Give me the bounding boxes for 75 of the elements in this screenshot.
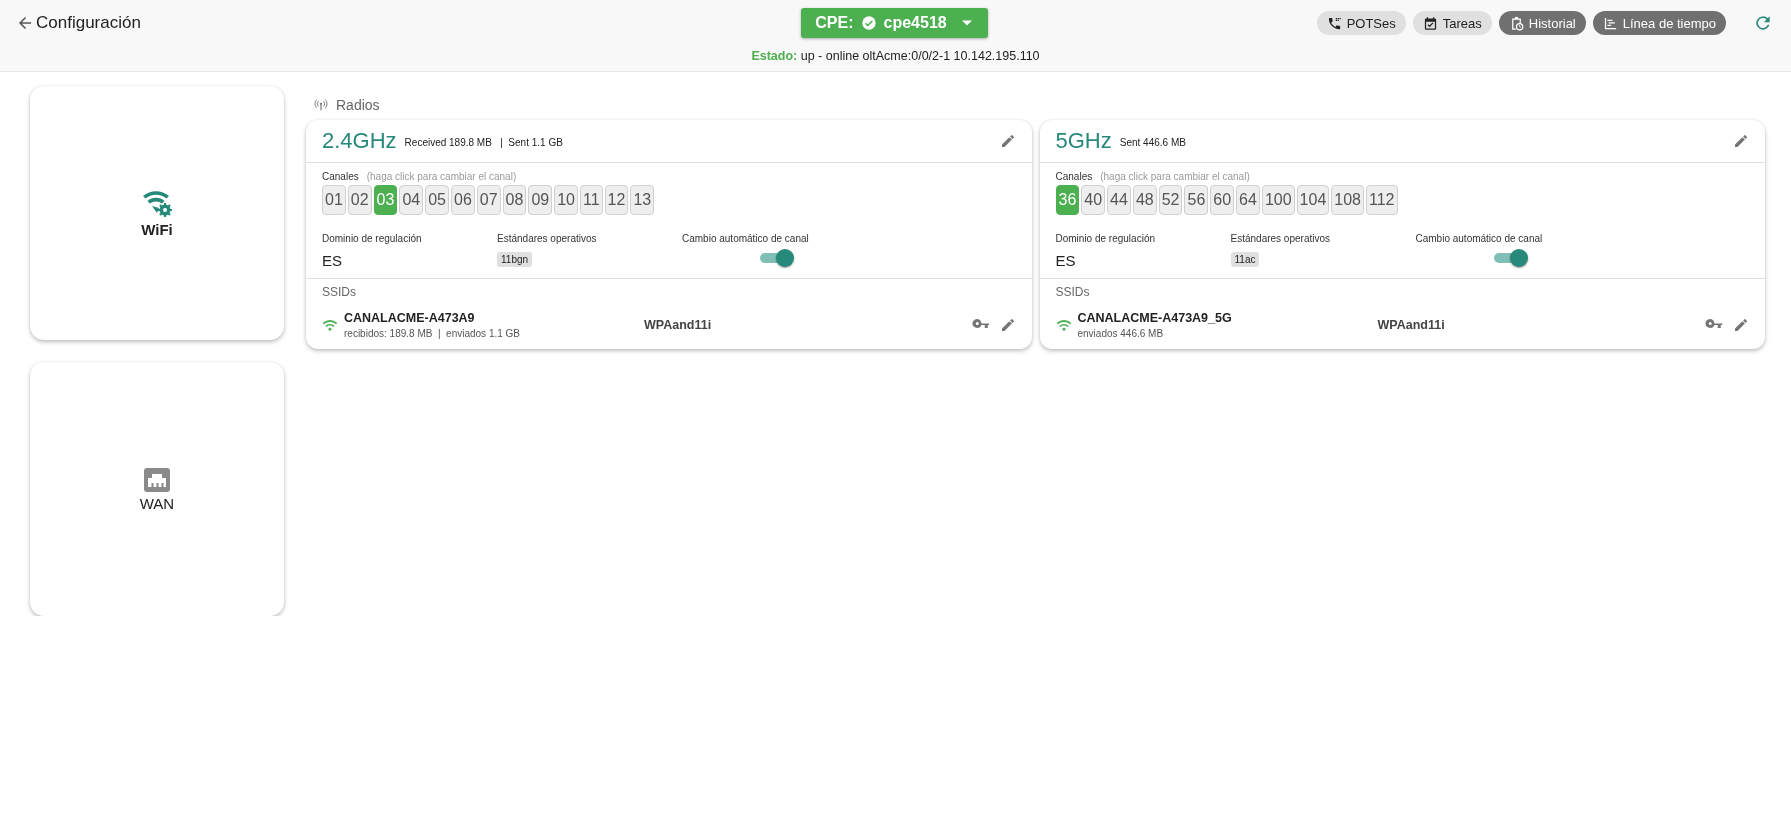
action-button[interactable]: Tareas (1412, 11, 1492, 35)
channel-button[interactable]: 01 (322, 185, 346, 215)
field-label: Estándares operativos (497, 233, 598, 244)
field-label: Estándares operativos (1230, 233, 1331, 244)
channels-label: Canales (1055, 171, 1093, 182)
security-type: WPAand11i (644, 318, 713, 332)
caret-icon (961, 20, 972, 26)
channel-button[interactable]: 108 (1331, 185, 1364, 215)
channel-button[interactable]: 04 (399, 185, 424, 215)
wifi-icon (322, 318, 338, 332)
channels-label: Canales (322, 171, 359, 182)
channel-button[interactable]: 100 (1261, 185, 1295, 215)
channel-button[interactable]: 07 (476, 185, 501, 215)
traffic-stats: Sent 446.6 MB (1119, 136, 1187, 148)
channel-button[interactable]: 40 (1081, 185, 1106, 215)
field-value: ES (322, 252, 343, 269)
calendar-icon (1422, 15, 1438, 31)
ssid-name: CANALACME-A473A9_5G (1077, 311, 1233, 325)
channel-button[interactable]: 06 (451, 185, 475, 215)
channel-button[interactable]: 10 (554, 185, 578, 215)
action-button[interactable]: Línea de tiempo (1592, 11, 1726, 35)
check-circle-icon (860, 15, 877, 31)
field-label: Cambio automático de canal (1415, 233, 1544, 244)
channel-button[interactable]: 60 (1210, 185, 1235, 215)
channel-button[interactable]: 08 (502, 185, 527, 215)
field-label: Dominio de regulación (1055, 233, 1156, 244)
channels-hint: (haga click para cambiar el canal) (1100, 171, 1250, 182)
phone-icon (1326, 15, 1342, 31)
action-button[interactable]: POTSes (1316, 11, 1406, 35)
field-label: Cambio automático de canal (682, 233, 810, 244)
channel-button[interactable]: 12 (604, 185, 629, 215)
band-title: 2.4GHz (322, 128, 397, 154)
wifi-gear-icon (141, 188, 173, 219)
traffic-stats: Received 189.8 MB | Sent 1.1 GB (404, 136, 564, 148)
edit-icon[interactable] (1733, 133, 1749, 149)
standard-tag: 11ac (1230, 252, 1260, 267)
ssids-label: SSIDs (1055, 285, 1091, 299)
channel-button[interactable]: 02 (347, 185, 372, 215)
status-text: Estado: up - online oltAcme:0/0/2-1 10.142.195.110 (751, 49, 1040, 63)
toggle-switch[interactable] (760, 248, 794, 268)
edit-icon[interactable] (999, 133, 1016, 149)
channel-button[interactable]: 44 (1107, 185, 1131, 215)
antenna-icon (314, 98, 328, 112)
ssids-label: SSIDs (322, 285, 357, 299)
ssid-traffic: recibidos: 189.8 MB | enviados 1.1 GB (344, 328, 522, 339)
page-title: Configuración (36, 13, 141, 33)
channel-button[interactable]: 11 (579, 185, 603, 215)
section-title: Radios (336, 97, 380, 113)
security-type: WPAand11i (1377, 318, 1446, 332)
edit-icon[interactable] (1733, 317, 1749, 333)
standard-tag: 11bgn (497, 252, 533, 267)
field-label: Dominio de regulación (322, 233, 423, 244)
channel-button[interactable]: 09 (528, 185, 553, 215)
channels-hint: (haga click para cambiar el canal) (366, 171, 517, 182)
band-title: 5GHz (1055, 128, 1112, 154)
channel-button[interactable]: 48 (1132, 185, 1157, 215)
channel-button[interactable]: 104 (1296, 185, 1330, 215)
channel-button[interactable]: 64 (1236, 185, 1260, 215)
section-card[interactable]: WiFi (30, 86, 284, 340)
ssid-traffic: enviados 446.6 MB (1077, 328, 1165, 339)
edit-icon[interactable] (999, 317, 1016, 333)
channel-button[interactable]: 52 (1158, 185, 1183, 215)
channel-button[interactable]: 05 (425, 185, 449, 215)
channel-button[interactable]: 112 (1366, 185, 1398, 215)
refresh-icon[interactable] (1753, 13, 1773, 33)
channel-button[interactable]: 56 (1184, 185, 1209, 215)
action-button[interactable]: Historial (1498, 11, 1586, 35)
toggle-switch[interactable] (1493, 248, 1528, 268)
ethernet-port-icon (143, 466, 171, 493)
channel-button[interactable]: 13 (630, 185, 655, 215)
section-card[interactable]: WAN (30, 362, 284, 616)
field-value: ES (1055, 252, 1077, 269)
ssid-name: CANALACME-A473A9 (344, 311, 476, 325)
timeline-icon (1602, 15, 1618, 31)
wifi-icon (1055, 318, 1072, 332)
